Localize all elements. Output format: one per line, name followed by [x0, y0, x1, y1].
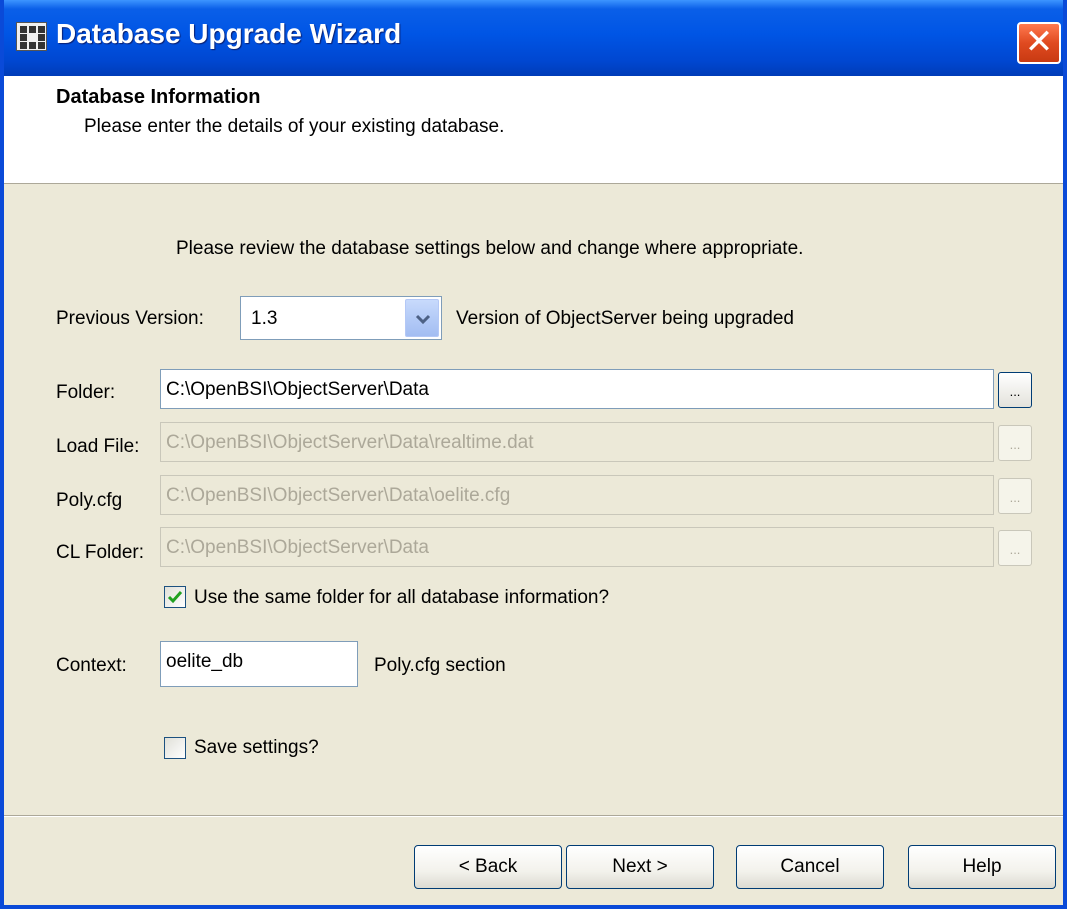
page-subtitle: Please enter the details of your existin…	[84, 116, 505, 137]
previous-version-label: Previous Version:	[56, 308, 204, 329]
dropdown-button[interactable]	[405, 299, 439, 337]
save-settings-label[interactable]: Save settings?	[194, 737, 319, 759]
same-folder-checkbox[interactable]	[164, 586, 186, 608]
app-icon	[16, 22, 47, 51]
context-label: Context:	[56, 655, 127, 676]
help-button[interactable]: Help	[908, 845, 1056, 889]
wizard-window: Database Upgrade Wizard ✕ Database Infor…	[0, 0, 1067, 909]
cl-folder-input[interactable]: C:\OpenBSI\ObjectServer\Data	[160, 527, 994, 567]
next-button[interactable]: Next >	[566, 845, 714, 889]
chevron-down-icon	[415, 314, 431, 325]
checkmark-icon	[167, 591, 183, 604]
title-bar[interactable]: Database Upgrade Wizard ✕	[4, 0, 1063, 76]
save-settings-checkbox[interactable]	[164, 737, 186, 759]
close-icon: ✕	[1024, 23, 1054, 61]
window-title: Database Upgrade Wizard	[56, 18, 402, 49]
poly-cfg-input[interactable]: C:\OpenBSI\ObjectServer\Data\oelite.cfg	[160, 475, 994, 515]
previous-version-hint: Version of ObjectServer being upgraded	[456, 308, 794, 329]
folder-input[interactable]: C:\OpenBSI\ObjectServer\Data	[160, 369, 994, 409]
cl-folder-label: CL Folder:	[56, 542, 144, 563]
back-button[interactable]: < Back	[414, 845, 562, 889]
load-file-input[interactable]: C:\OpenBSI\ObjectServer\Data\realtime.da…	[160, 422, 994, 462]
folder-label: Folder:	[56, 382, 116, 403]
load-file-browse-button[interactable]: ...	[998, 425, 1032, 461]
folder-browse-button[interactable]: ...	[998, 372, 1032, 408]
context-hint: Poly.cfg section	[374, 655, 506, 676]
same-folder-label[interactable]: Use the same folder for all database inf…	[194, 587, 609, 609]
load-file-label: Load File:	[56, 436, 140, 457]
footer-divider	[4, 815, 1063, 816]
previous-version-select[interactable]: 1.3	[240, 296, 442, 340]
review-instructions: Please review the database settings belo…	[176, 238, 804, 259]
cancel-button[interactable]: Cancel	[736, 845, 884, 889]
page-title: Database Information	[56, 86, 261, 108]
cl-folder-browse-button[interactable]: ...	[998, 530, 1032, 566]
context-input[interactable]: oelite_db	[160, 641, 358, 687]
close-button[interactable]: ✕	[1017, 22, 1061, 64]
poly-cfg-label: Poly.cfg	[56, 490, 123, 511]
previous-version-value: 1.3	[251, 308, 278, 329]
poly-cfg-browse-button[interactable]: ...	[998, 478, 1032, 514]
